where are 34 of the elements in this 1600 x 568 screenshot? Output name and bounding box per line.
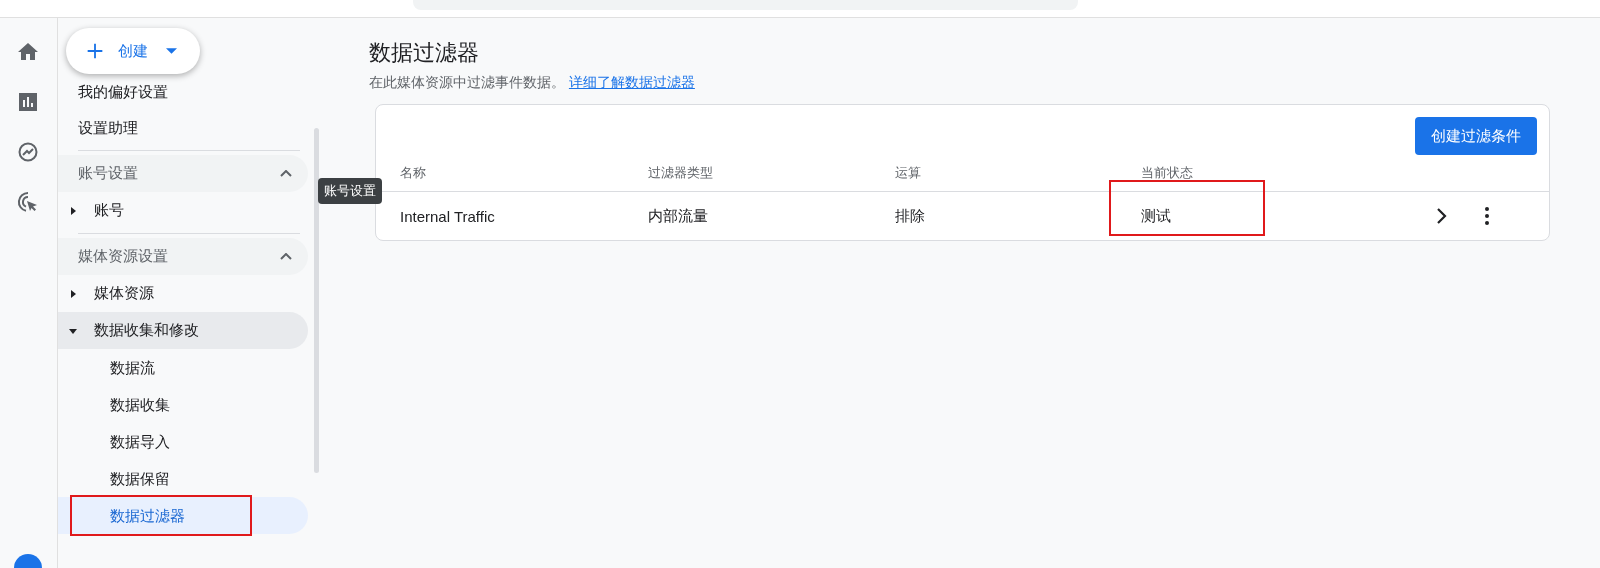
- page-title: 数据过滤器: [369, 39, 480, 67]
- scrollbar[interactable]: [313, 128, 319, 473]
- sidebar-item[interactable]: 数据过滤器: [57, 497, 308, 534]
- section-header[interactable]: 账号设置: [57, 155, 308, 192]
- create-label: 创建: [117, 41, 148, 61]
- node-label: 媒体资源: [93, 284, 154, 303]
- column-header: 运算: [895, 164, 922, 182]
- section-title: 媒体资源设置: [77, 247, 168, 266]
- table-cell: 测试: [1141, 206, 1171, 224]
- sidebar-item[interactable]: 数据收集: [57, 386, 308, 423]
- create-filter-button[interactable]: 创建过滤条件: [1415, 117, 1537, 155]
- sidebar-item[interactable]: 数据流: [57, 349, 308, 386]
- sidebar-node[interactable]: 数据收集和修改: [57, 312, 308, 349]
- node-label: 账号: [93, 201, 124, 220]
- tooltip: 账号设置: [317, 178, 382, 204]
- create-button[interactable]: 创建: [65, 28, 200, 74]
- section-title: 账号设置: [77, 164, 138, 183]
- sidebar-node[interactable]: 媒体资源: [57, 275, 308, 312]
- sidebar-item[interactable]: 我的偏好设置: [57, 74, 308, 110]
- column-header: 名称: [400, 164, 427, 182]
- dropdown-caret-icon: [165, 48, 177, 54]
- table-cell: 排除: [895, 206, 925, 224]
- section-header[interactable]: 媒体资源设置: [57, 238, 308, 275]
- column-header: 过滤器类型: [648, 164, 714, 182]
- sidebar-item[interactable]: 数据保留: [57, 460, 308, 497]
- learn-more-link[interactable]: 详细了解数据过滤器: [568, 74, 695, 90]
- column-header: 当前状态: [1141, 164, 1194, 182]
- table-cell: Internal Traffic: [400, 207, 495, 225]
- sidebar-node[interactable]: 账号: [57, 192, 308, 229]
- sidebar-item[interactable]: 设置助理: [57, 110, 308, 146]
- page-description: 在此媒体资源中过滤事件数据。: [369, 74, 565, 90]
- node-label: 数据收集和修改: [93, 321, 199, 340]
- sidebar-item[interactable]: 数据导入: [57, 423, 308, 460]
- table-cell: 内部流量: [648, 206, 708, 224]
